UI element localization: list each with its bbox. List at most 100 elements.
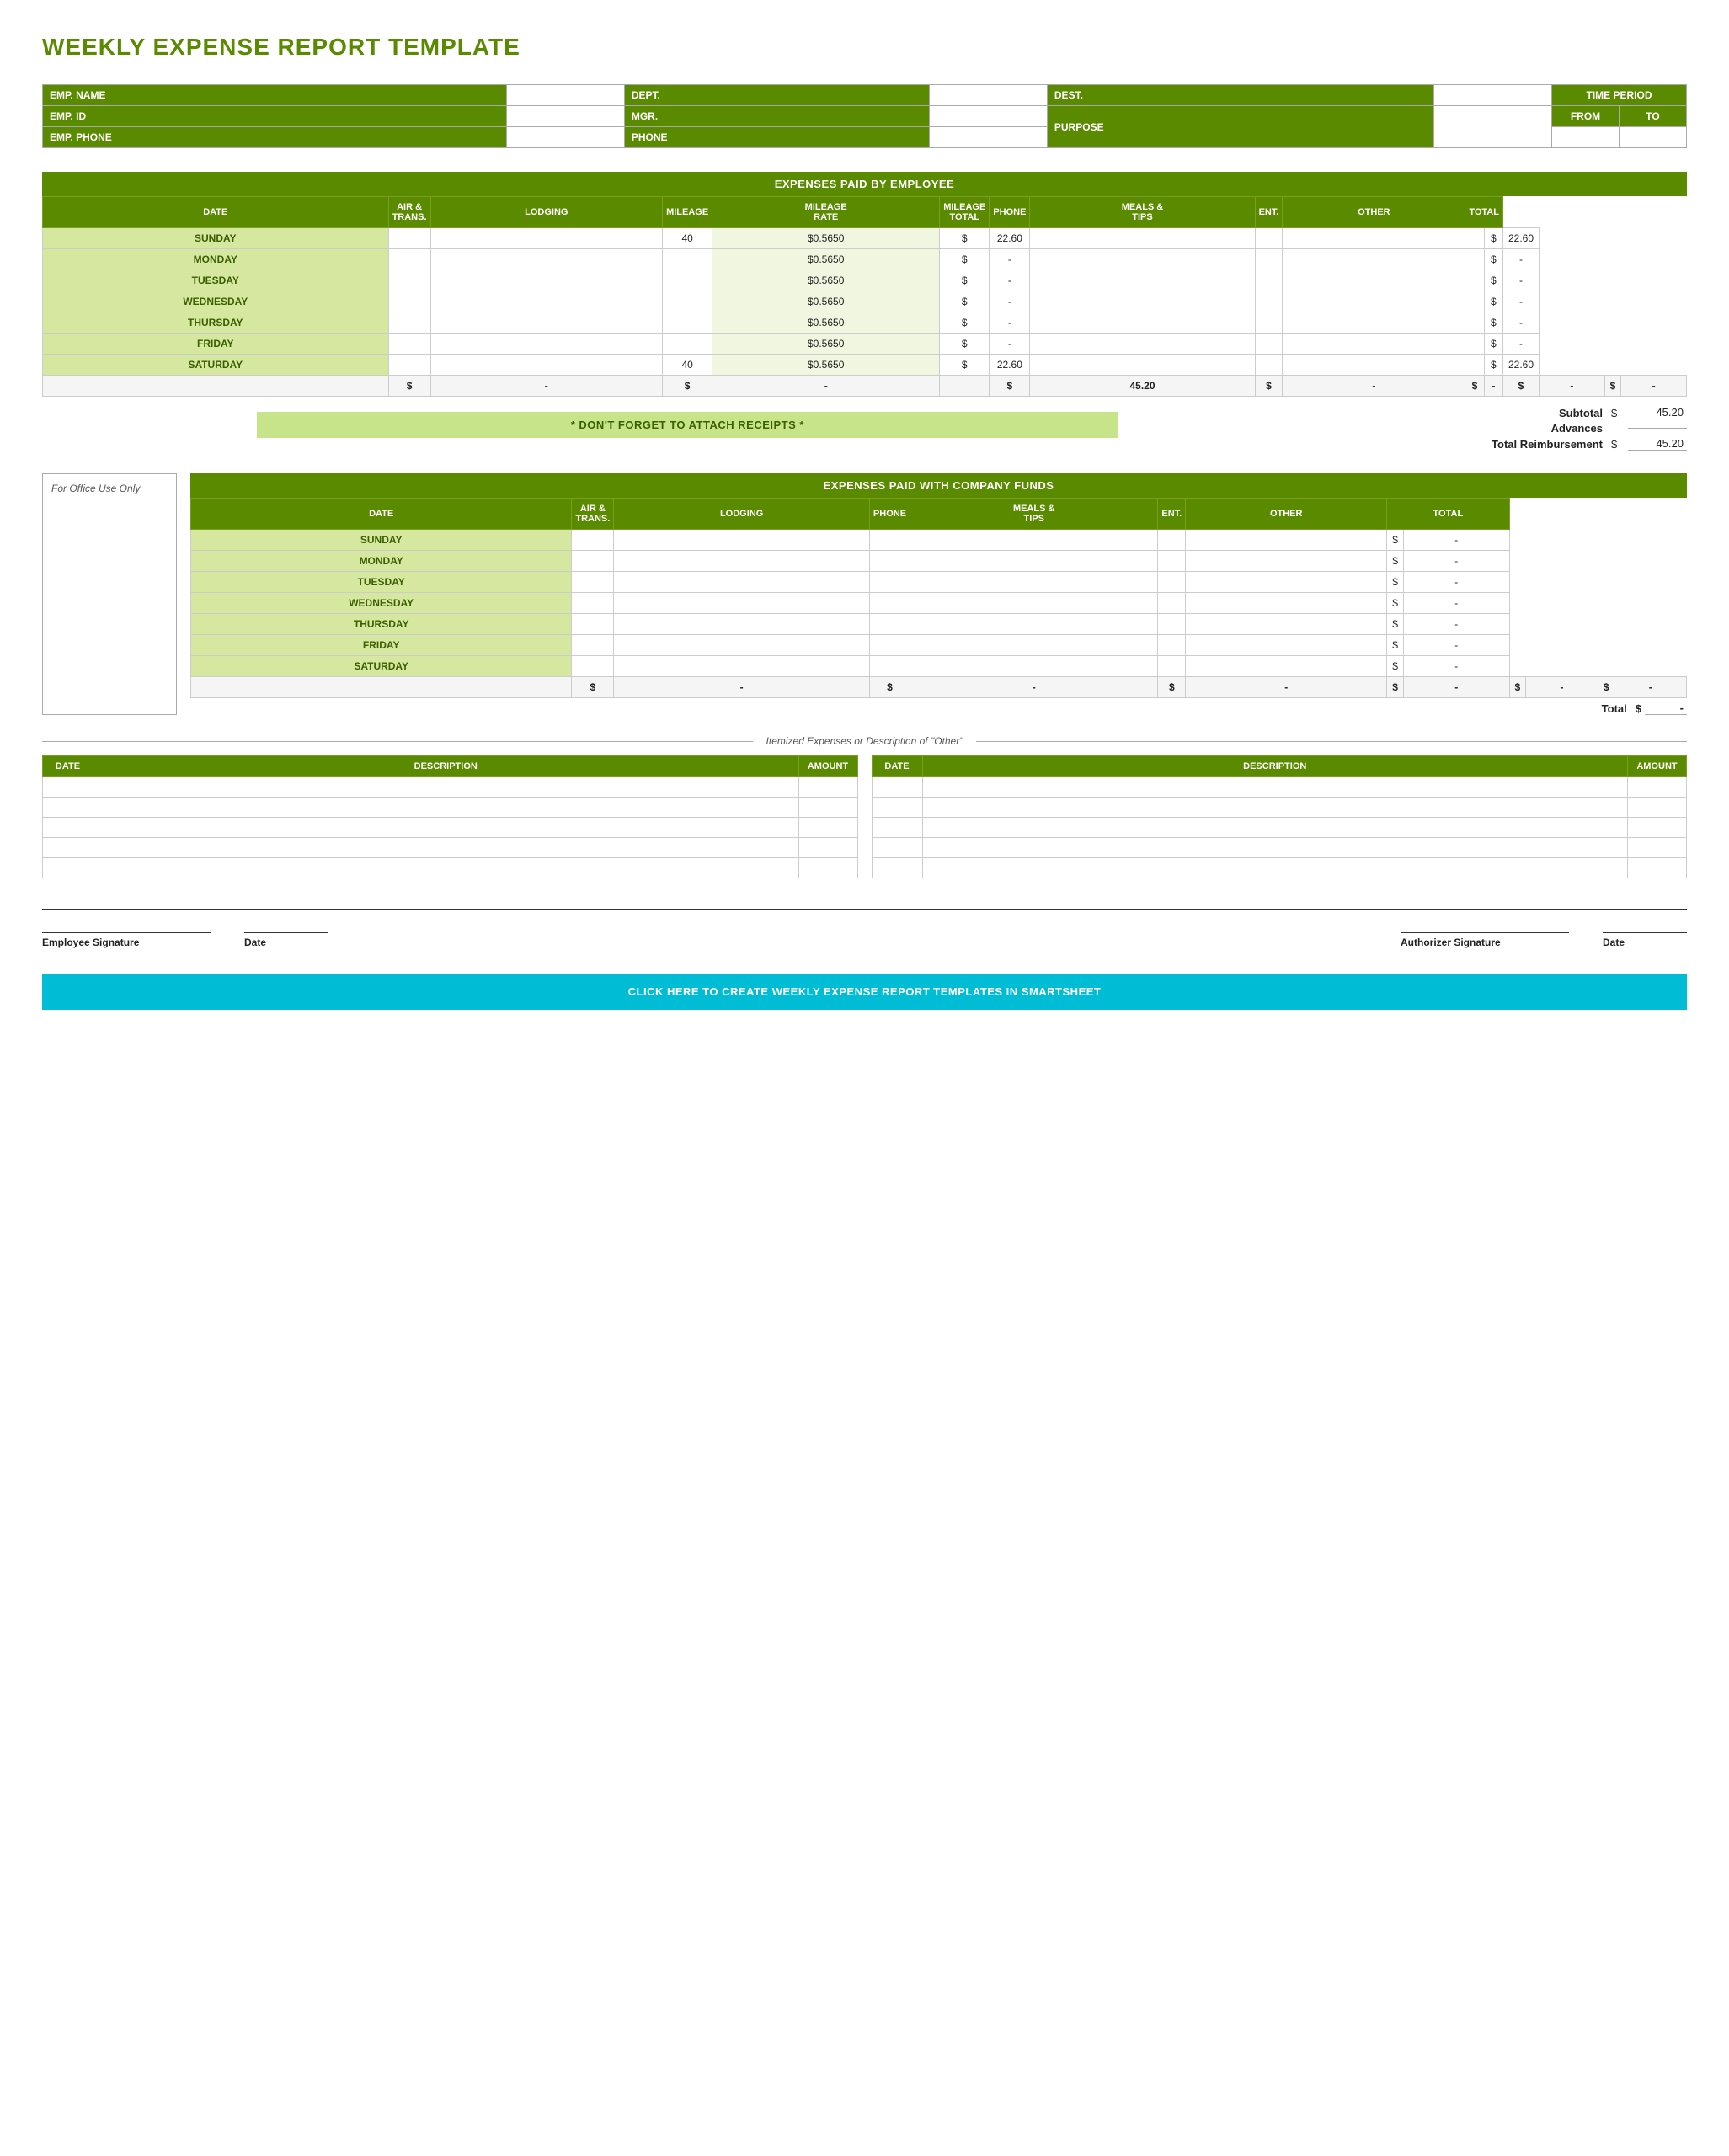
cf-air-cell[interactable] bbox=[572, 635, 614, 656]
cf-air-cell[interactable] bbox=[572, 551, 614, 572]
meals-cell[interactable] bbox=[1255, 228, 1283, 249]
air-cell[interactable] bbox=[388, 249, 430, 270]
cf-other-cell[interactable] bbox=[1186, 656, 1387, 677]
cf-other-cell[interactable] bbox=[1186, 593, 1387, 614]
lodging-cell[interactable] bbox=[430, 228, 663, 249]
emp-id-value[interactable] bbox=[506, 106, 624, 127]
cf-phone-cell[interactable] bbox=[869, 635, 910, 656]
meals-cell[interactable] bbox=[1255, 334, 1283, 355]
ent-cell[interactable] bbox=[1283, 228, 1465, 249]
cf-phone-cell[interactable] bbox=[869, 551, 910, 572]
to-value[interactable] bbox=[1620, 127, 1687, 148]
ent-cell[interactable] bbox=[1283, 249, 1465, 270]
phone-value[interactable] bbox=[929, 127, 1047, 148]
meals-cell[interactable] bbox=[1255, 270, 1283, 291]
meals-cell[interactable] bbox=[1255, 291, 1283, 312]
cf-ent-cell[interactable] bbox=[1158, 614, 1186, 635]
emp-name-value[interactable] bbox=[506, 85, 624, 106]
dest-value[interactable] bbox=[1434, 85, 1552, 106]
cf-meals-cell[interactable] bbox=[910, 530, 1158, 551]
air-cell[interactable] bbox=[388, 355, 430, 376]
other-cell[interactable] bbox=[1465, 270, 1484, 291]
other-cell[interactable] bbox=[1465, 228, 1484, 249]
cf-phone-cell[interactable] bbox=[869, 572, 910, 593]
cf-ent-cell[interactable] bbox=[1158, 593, 1186, 614]
other-cell[interactable] bbox=[1465, 291, 1484, 312]
cf-phone-cell[interactable] bbox=[869, 656, 910, 677]
other-cell[interactable] bbox=[1465, 334, 1484, 355]
cf-meals-cell[interactable] bbox=[910, 656, 1158, 677]
meals-cell[interactable] bbox=[1255, 312, 1283, 334]
air-cell[interactable] bbox=[388, 270, 430, 291]
cf-air-cell[interactable] bbox=[572, 656, 614, 677]
mileage-cell[interactable] bbox=[663, 334, 712, 355]
lodging-cell[interactable] bbox=[430, 291, 663, 312]
cf-meals-cell[interactable] bbox=[910, 635, 1158, 656]
mileage-cell[interactable] bbox=[663, 249, 712, 270]
cf-meals-cell[interactable] bbox=[910, 572, 1158, 593]
cf-ent-cell[interactable] bbox=[1158, 656, 1186, 677]
cf-meals-cell[interactable] bbox=[910, 593, 1158, 614]
cf-ent-cell[interactable] bbox=[1158, 572, 1186, 593]
air-cell[interactable] bbox=[388, 334, 430, 355]
cf-lodging-cell[interactable] bbox=[614, 656, 870, 677]
ent-cell[interactable] bbox=[1283, 355, 1465, 376]
air-cell[interactable] bbox=[388, 312, 430, 334]
cf-other-cell[interactable] bbox=[1186, 635, 1387, 656]
other-cell[interactable] bbox=[1465, 249, 1484, 270]
cf-lodging-cell[interactable] bbox=[614, 635, 870, 656]
cf-air-cell[interactable] bbox=[572, 572, 614, 593]
cf-ent-cell[interactable] bbox=[1158, 530, 1186, 551]
cf-phone-cell[interactable] bbox=[869, 530, 910, 551]
air-cell[interactable] bbox=[388, 228, 430, 249]
mileage-cell[interactable]: 40 bbox=[663, 228, 712, 249]
lodging-cell[interactable] bbox=[430, 355, 663, 376]
meals-cell[interactable] bbox=[1255, 249, 1283, 270]
lodging-cell[interactable] bbox=[430, 334, 663, 355]
mileage-cell[interactable]: 40 bbox=[663, 355, 712, 376]
cf-lodging-cell[interactable] bbox=[614, 593, 870, 614]
ent-cell[interactable] bbox=[1283, 270, 1465, 291]
cf-ent-cell[interactable] bbox=[1158, 551, 1186, 572]
from-value[interactable] bbox=[1552, 127, 1620, 148]
cf-lodging-cell[interactable] bbox=[614, 572, 870, 593]
lodging-cell[interactable] bbox=[430, 270, 663, 291]
phone-cell[interactable] bbox=[1030, 355, 1255, 376]
other-cell[interactable] bbox=[1465, 312, 1484, 334]
cf-air-cell[interactable] bbox=[572, 530, 614, 551]
mileage-cell[interactable] bbox=[663, 270, 712, 291]
phone-cell[interactable] bbox=[1030, 291, 1255, 312]
air-cell[interactable] bbox=[388, 291, 430, 312]
cf-air-cell[interactable] bbox=[572, 614, 614, 635]
cf-other-cell[interactable] bbox=[1186, 551, 1387, 572]
mileage-cell[interactable] bbox=[663, 291, 712, 312]
lodging-cell[interactable] bbox=[430, 312, 663, 334]
ent-cell[interactable] bbox=[1283, 291, 1465, 312]
cf-air-cell[interactable] bbox=[572, 593, 614, 614]
cf-ent-cell[interactable] bbox=[1158, 635, 1186, 656]
mgr-value[interactable] bbox=[929, 106, 1047, 127]
cf-lodging-cell[interactable] bbox=[614, 530, 870, 551]
cf-meals-cell[interactable] bbox=[910, 614, 1158, 635]
cta-banner[interactable]: CLICK HERE TO CREATE WEEKLY EXPENSE REPO… bbox=[42, 974, 1687, 1010]
lodging-cell[interactable] bbox=[430, 249, 663, 270]
ent-cell[interactable] bbox=[1283, 312, 1465, 334]
emp-phone-value[interactable] bbox=[506, 127, 624, 148]
dept-value[interactable] bbox=[929, 85, 1047, 106]
ent-cell[interactable] bbox=[1283, 334, 1465, 355]
cf-other-cell[interactable] bbox=[1186, 614, 1387, 635]
cf-other-cell[interactable] bbox=[1186, 572, 1387, 593]
meals-cell[interactable] bbox=[1255, 355, 1283, 376]
phone-cell[interactable] bbox=[1030, 312, 1255, 334]
cf-phone-cell[interactable] bbox=[869, 614, 910, 635]
cf-meals-cell[interactable] bbox=[910, 551, 1158, 572]
other-cell[interactable] bbox=[1465, 355, 1484, 376]
cf-other-cell[interactable] bbox=[1186, 530, 1387, 551]
cf-phone-cell[interactable] bbox=[869, 593, 910, 614]
phone-cell[interactable] bbox=[1030, 228, 1255, 249]
phone-cell[interactable] bbox=[1030, 334, 1255, 355]
cf-lodging-cell[interactable] bbox=[614, 551, 870, 572]
phone-cell[interactable] bbox=[1030, 249, 1255, 270]
phone-cell[interactable] bbox=[1030, 270, 1255, 291]
mileage-cell[interactable] bbox=[663, 312, 712, 334]
